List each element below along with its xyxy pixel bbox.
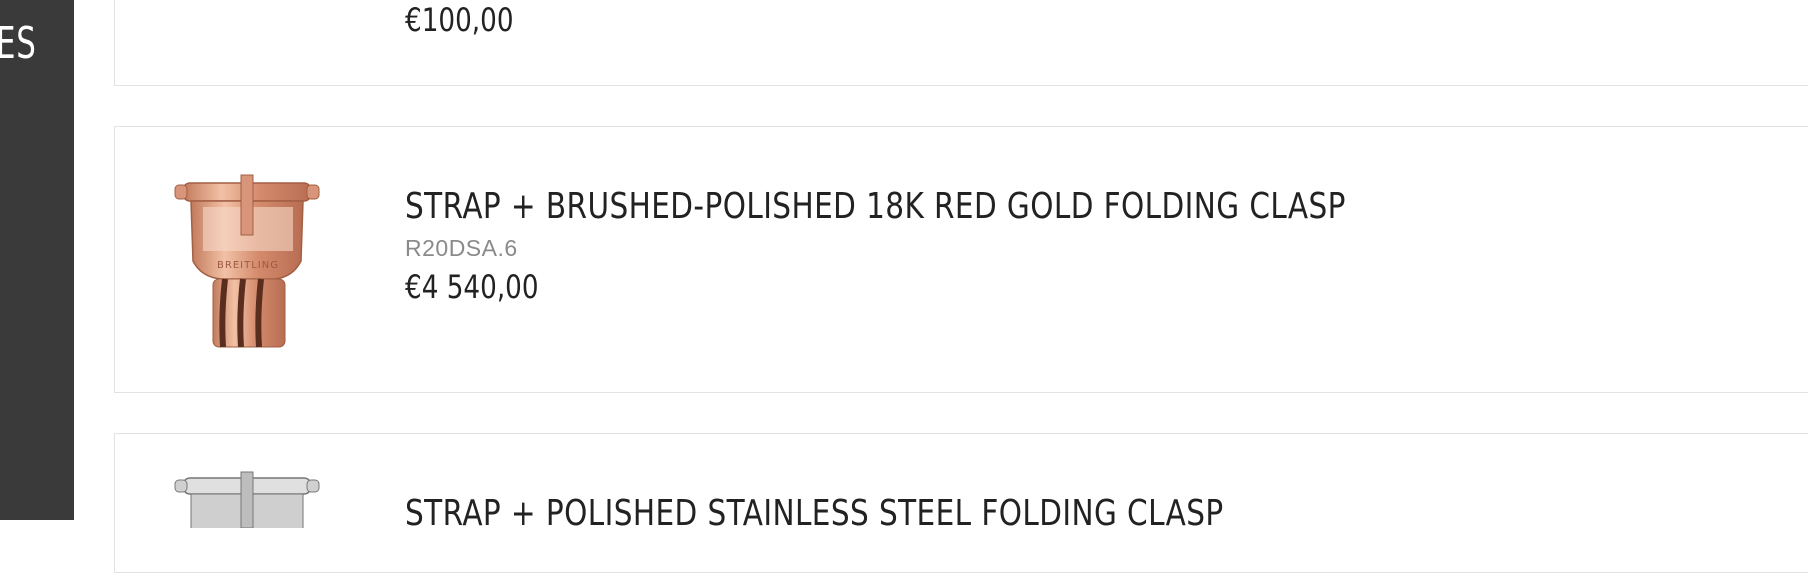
product-image-red-gold-clasp[interactable]: BREITLING bbox=[163, 165, 333, 355]
product-card: €100,00 bbox=[114, 0, 1808, 86]
product-card: BREITLING STRAP + BRUSHED-POLISHED 18K R… bbox=[114, 126, 1808, 393]
product-list: €100,00 BREITLING STRAP + BRUSHED-POLISH… bbox=[74, 0, 1808, 573]
product-title[interactable]: STRAP + POLISHED STAINLESS STEEL FOLDING… bbox=[405, 492, 1224, 536]
product-card: STRAP + POLISHED STAINLESS STEEL FOLDING… bbox=[114, 433, 1808, 573]
product-price: €100,00 bbox=[405, 1, 514, 39]
product-info: €100,00 bbox=[405, 0, 537, 41]
product-info: STRAP + POLISHED STAINLESS STEEL FOLDING… bbox=[405, 492, 1403, 536]
brand-mark-engraving: BREITLING bbox=[217, 260, 279, 271]
product-reference: R20DSA.6 bbox=[405, 235, 518, 261]
product-image-steel-clasp[interactable] bbox=[163, 0, 333, 21]
product-price: €4 540,00 bbox=[405, 268, 539, 306]
side-panel: ES bbox=[0, 0, 74, 520]
product-info: STRAP + BRUSHED-POLISHED 18K RED GOLD FO… bbox=[405, 185, 1552, 308]
product-title[interactable]: STRAP + BRUSHED-POLISHED 18K RED GOLD FO… bbox=[405, 185, 1346, 229]
product-image-steel-clasp[interactable] bbox=[163, 468, 333, 528]
side-panel-label: ES bbox=[0, 18, 37, 69]
